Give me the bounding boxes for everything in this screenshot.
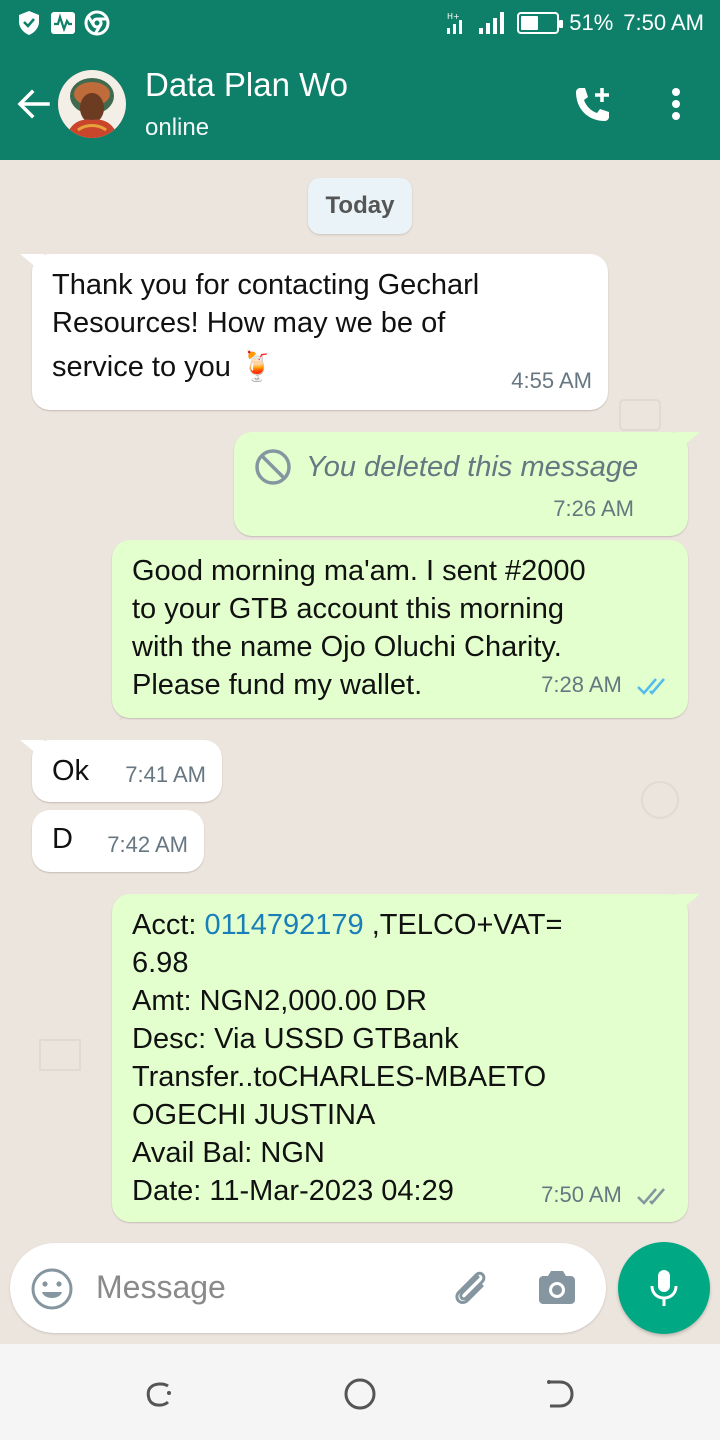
message-text-line: Good morning ma'am. I sent #2000 [132,555,586,587]
message-text-line: 6.98 [132,947,189,979]
message-incoming[interactable]: D 7:42 AM [32,810,204,872]
shield-icon [16,10,42,36]
account-number-link[interactable]: 0114792179 [205,909,364,941]
camera-icon[interactable] [534,1265,580,1311]
presence-status: online [145,114,210,141]
message-outgoing[interactable]: Good morning ma'am. I sent #2000 to your… [112,540,688,718]
message-outgoing[interactable]: Acct: 0114792179 ,TELCO+VAT= 6.98 Amt: N… [112,894,700,1222]
mic-button[interactable] [618,1242,710,1334]
message-incoming[interactable]: Thank you for contacting Gecharl Resourc… [20,254,608,410]
back-arrow-icon[interactable] [14,84,54,124]
status-bar: H+ 51% 7:50 AM [0,0,720,48]
message-text-line: Transfer..toCHARLES-MBAETO [132,1061,547,1093]
back-icon[interactable] [540,1374,580,1414]
message-time: 4:55 AM [511,368,592,393]
message-text-line: Desc: Via USSD GTBank [132,1023,459,1055]
message-meta: 7:50 AM [541,1176,670,1214]
message-text-line: Resources! How may we be of [52,307,446,339]
signal-icon [479,12,505,34]
clock: 7:50 AM [623,10,704,35]
chrome-icon [84,10,110,36]
message-text-line: Acct: 0114792179 ,TELCO+VAT= [132,906,562,944]
message-text-line: to your GTB account this morning [132,593,564,625]
message-outgoing-deleted[interactable]: You deleted this message 7:26 AM [234,432,700,536]
delivered-ticks-icon [637,1188,665,1206]
battery-percent: 51% [569,10,614,35]
svg-text:H+: H+ [447,12,460,21]
message-composer: Message [10,1243,606,1333]
message-time: 7:42 AM [107,832,188,857]
message-text-line: with the name Ojo Oluchi Charity. [132,631,562,663]
recents-icon[interactable] [140,1374,180,1414]
message-text-line: Amt: NGN2,000.00 DR [132,985,427,1017]
bubble-tail [20,740,44,760]
read-ticks-icon [637,678,665,696]
system-nav-bar [0,1344,720,1440]
message-list[interactable]: Today Thank you for contacting Gecharl R… [0,160,720,1344]
message-incoming[interactable]: Ok 7:41 AM [20,740,222,802]
acct-label: Acct: [132,909,205,941]
hd-signal-icon: H+ [447,12,463,34]
message-text-line: Avail Bal: NGN [132,1137,325,1169]
message-time: 7:26 AM [553,496,634,521]
message-text-line: OGECHI JUSTINA [132,1099,376,1131]
deleted-message-text: You deleted this message [306,451,639,483]
message-text-line: Thank you for contacting Gecharl [52,269,480,301]
bubble-tail [676,894,700,914]
attach-icon[interactable] [448,1265,494,1311]
status-left-icons [16,10,110,36]
bubble-tail [20,254,44,274]
emoji-icon[interactable] [30,1267,74,1311]
deleted-icon [255,449,291,485]
message-meta: 7:28 AM [541,666,670,704]
avatar[interactable] [58,70,126,138]
message-time: 7:41 AM [125,762,206,787]
more-vert-icon[interactable] [664,84,688,124]
add-call-icon[interactable] [568,82,616,130]
message-text: Ok [52,755,90,787]
status-right: H+ 51% 7:50 AM [445,10,704,36]
bubble-tail [676,432,700,452]
activity-icon [50,10,76,36]
message-time: 7:28 AM [541,672,622,697]
message-text-line: Date: 11-Mar-2023 04:29 [132,1175,454,1207]
battery-icon [517,12,564,34]
chat-header: Data Plan Wo online [0,48,720,160]
message-text: D [52,823,73,855]
message-input[interactable]: Message [96,1269,226,1306]
mic-icon [650,1270,678,1306]
home-icon[interactable] [340,1374,380,1414]
message-text-line: service to you 🍹 [52,351,276,383]
telco-text: ,TELCO+VAT= [363,909,563,941]
chat-title[interactable]: Data Plan Wo [145,66,348,104]
message-time: 7:50 AM [541,1182,622,1207]
message-text-line: Please fund my wallet. [132,669,423,701]
date-divider: Today [308,178,412,234]
